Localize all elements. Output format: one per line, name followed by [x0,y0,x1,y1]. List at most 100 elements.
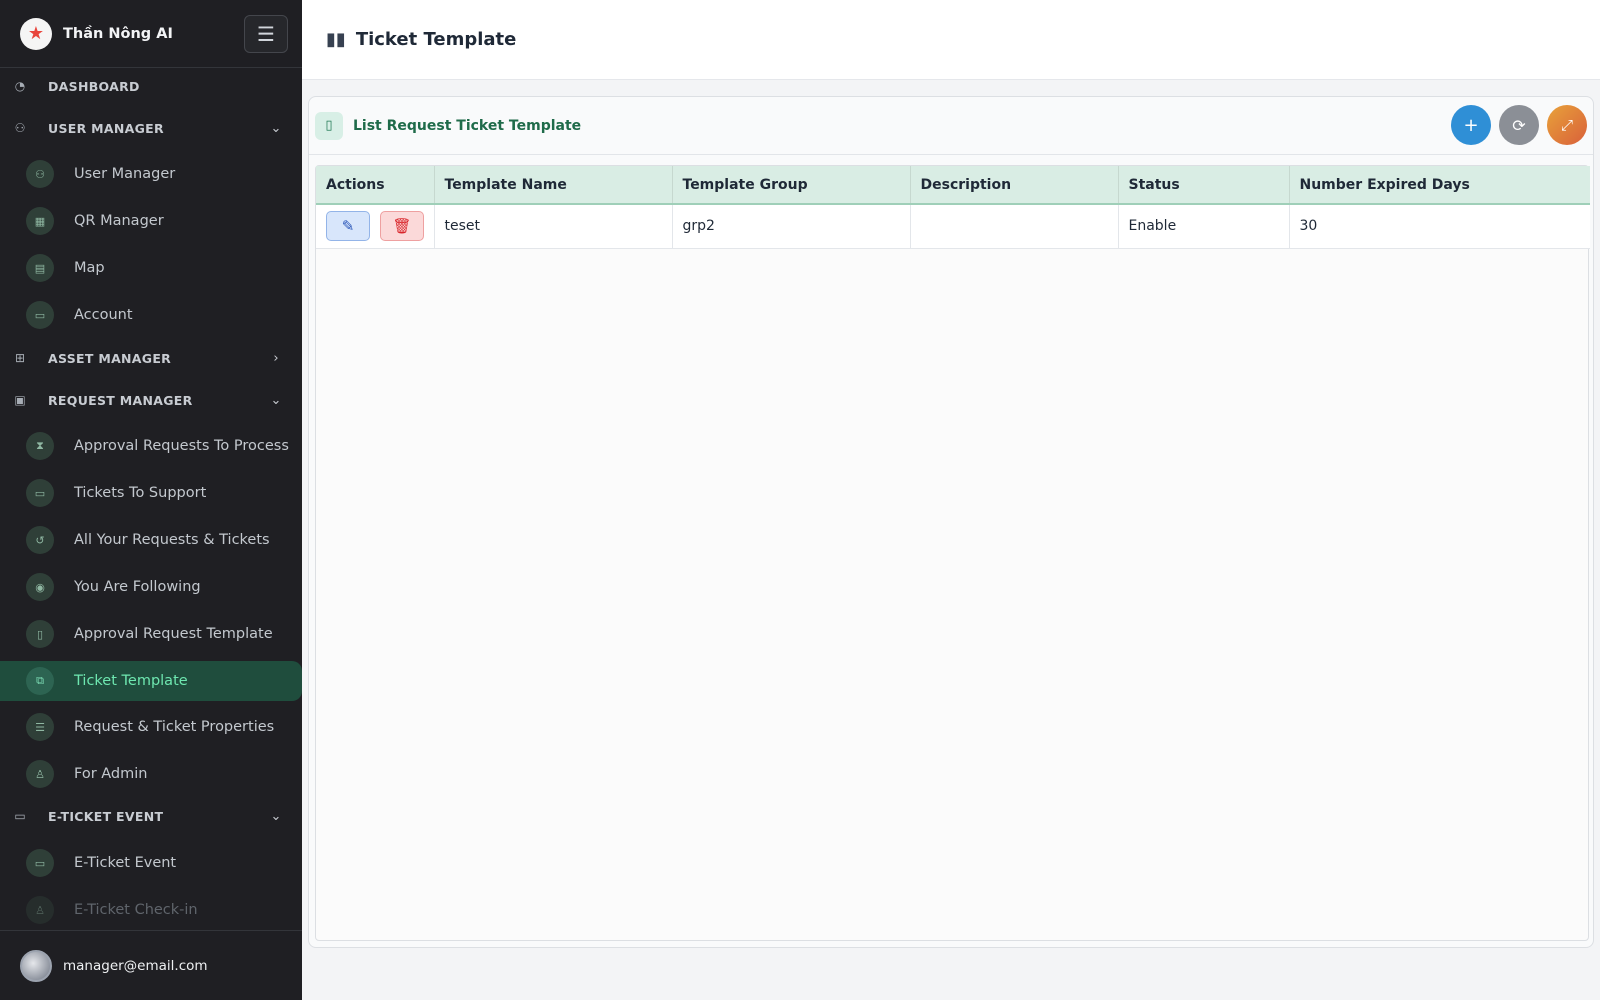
section-label: DASHBOARD [48,78,140,94]
cell-template-group: grp2 [672,204,911,248]
column-header-template-group[interactable]: Template Group [672,166,911,204]
edit-button[interactable]: ✎ [326,211,370,242]
id-card-icon: ▭ [26,301,54,329]
sidebar-item-label: Approval Requests To Process [74,438,289,454]
sidebar-item-label: All Your Requests & Tickets [74,532,270,548]
app-name: Thần Nông AI [63,25,173,42]
sidebar-item-label: Approval Request Template [74,626,273,642]
sidebar-item-account[interactable]: ▭ Account [0,294,302,336]
sidebar-item-label: Ticket Template [74,673,188,689]
sidebar-item-label: Request & Ticket Properties [74,719,275,735]
sidebar-item-label: Map [74,260,105,276]
refresh-icon: ⟳ [1512,115,1526,135]
history-icon: ↺ [26,526,54,554]
chevron-down-icon: ⌄ [270,808,282,824]
ticket-icon: ▭ [26,479,54,507]
panel-header: ▯ List Request Ticket Template + ⟳ ⤢ [309,97,1593,155]
section-e-ticket-event[interactable]: ▭ E-TICKET EVENT ⌄ [0,798,302,834]
sidebar-item-properties[interactable]: ☰ Request & Ticket Properties [0,706,302,748]
sidebar-item-label: E-Ticket Check-in [74,902,198,918]
star-logo-icon: ★ [20,17,52,50]
sidebar-item-approval-template[interactable]: ▯ Approval Request Template [0,613,302,655]
sidebar-item-tickets-to-support[interactable]: ▭ Tickets To Support [0,472,302,514]
hourglass-icon: ⧗ [26,432,54,460]
sidebar-nav: ◔ DASHBOARD ⚇ USER MANAGER ⌄ ⚇ User Mana… [0,68,302,930]
chevron-down-icon: ⌄ [270,392,282,408]
section-label: ASSET MANAGER [48,350,172,366]
map-icon: ▤ [26,254,54,282]
clipboard-icon: ▣ [14,393,26,407]
sidebar-item-label: You Are Following [74,579,201,595]
user-email: manager@email.com [63,957,208,974]
actions-cell: ✎ 🗑 [316,204,435,248]
panel-actions: + ⟳ ⤢ [1451,105,1587,145]
table-row[interactable]: ✎ 🗑 teset grp2 Enable 30 [316,204,1590,248]
sidebar-item-label: QR Manager [74,213,164,229]
template-list-panel: ▯ List Request Ticket Template + ⟳ ⤢ Act… [308,96,1594,948]
qr-icon: ▦ [26,207,54,235]
section-asset-manager[interactable]: ⊞ ASSET MANAGER › [0,340,302,376]
cell-template-name: teset [434,204,673,248]
delete-button[interactable]: 🗑 [380,211,424,242]
sidebar-item-map[interactable]: ▤ Map [0,247,302,289]
sidebar-item-label: Tickets To Support [74,485,207,501]
section-label: E-TICKET EVENT [48,808,164,824]
copy-icon: ⧉ [26,667,54,695]
sidebar-item-user-manager[interactable]: ⚇ User Manager [0,153,302,195]
trash-icon: 🗑 [392,217,412,236]
refresh-button[interactable]: ⟳ [1499,105,1539,145]
ticket-icon: ▭ [14,809,26,823]
sidebar-item-ticket-template[interactable]: ⧉ Ticket Template [0,661,302,701]
sidebar-item-label: E-Ticket Event [74,855,177,871]
checkin-icon: ♙ [26,896,54,924]
page-title: Ticket Template [355,29,517,50]
section-label: REQUEST MANAGER [48,392,193,408]
admin-icon: ♙ [26,760,54,788]
sidebar-item-label: Account [74,307,133,323]
column-header-description[interactable]: Description [910,166,1119,204]
user-profile[interactable]: manager@email.com [0,930,302,1000]
document-icon: ▯ [26,620,54,648]
user-group-icon: ⚇ [26,160,54,188]
sidebar-item-e-ticket-event[interactable]: ▭ E-Ticket Event [0,842,302,884]
sidebar: ★ Thần Nông AI ☰ ◔ DASHBOARD ⚇ USER MANA… [0,0,302,1000]
panel-title: List Request Ticket Template [353,117,582,134]
templates-table: Actions Template Name Template Group Des… [316,166,1590,249]
column-header-template-name[interactable]: Template Name [434,166,673,204]
column-header-actions[interactable]: Actions [316,166,435,204]
expand-icon: ⤢ [1560,116,1573,134]
sidebar-item-e-ticket-checkin[interactable]: ♙ E-Ticket Check-in [0,889,302,930]
main-content: ▯ List Request Ticket Template + ⟳ ⤢ Act… [302,80,1600,1000]
dashboard-icon: ◔ [14,79,26,93]
menu-toggle-button[interactable]: ☰ [244,14,288,53]
page-header: ▮▮ Ticket Template [302,0,1600,80]
sidebar-item-label: User Manager [74,166,176,182]
section-dashboard[interactable]: ◔ DASHBOARD [0,68,302,104]
cell-description [910,204,1119,248]
sidebar-item-approval-requests[interactable]: ⧗ Approval Requests To Process [0,425,302,467]
edit-icon: ✎ [341,217,355,236]
column-header-expired-days[interactable]: Number Expired Days [1289,166,1590,204]
table-header-row: Actions Template Name Template Group Des… [316,166,1590,204]
sidebar-item-for-admin[interactable]: ♙ For Admin [0,753,302,795]
add-template-button[interactable]: + [1451,105,1491,145]
ticket-icon: ▭ [26,849,54,877]
section-user-manager[interactable]: ⚇ USER MANAGER ⌄ [0,110,302,146]
plus-icon: + [1463,114,1479,136]
sliders-icon: ☰ [26,713,54,741]
cell-status: Enable [1118,204,1290,248]
avatar [20,949,52,982]
sidebar-item-all-requests[interactable]: ↺ All Your Requests & Tickets [0,519,302,561]
chevron-right-icon: › [273,350,279,366]
fullscreen-button[interactable]: ⤢ [1547,105,1587,145]
sidebar-item-following[interactable]: ◉ You Are Following [0,566,302,608]
cell-expired-days: 30 [1299,218,1318,235]
sidebar-item-qr-manager[interactable]: ▦ QR Manager [0,200,302,242]
column-header-status[interactable]: Status [1118,166,1290,204]
brand-header: ★ Thần Nông AI ☰ [0,0,302,68]
chevron-down-icon: ⌄ [270,120,282,136]
hamburger-icon: ☰ [257,21,275,46]
section-request-manager[interactable]: ▣ REQUEST MANAGER ⌄ [0,382,302,418]
templates-table-container: Actions Template Name Template Group Des… [315,165,1590,941]
bar-chart-icon: ▮▮ [326,29,346,50]
